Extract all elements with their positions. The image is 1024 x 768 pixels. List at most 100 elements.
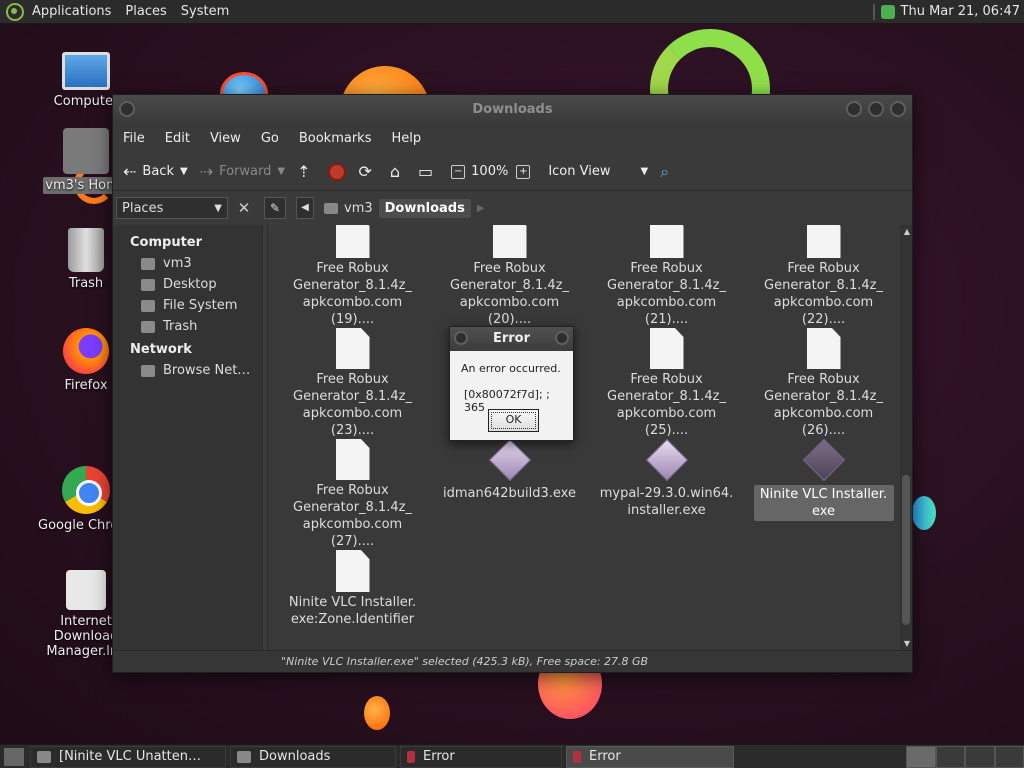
workspace-4[interactable] xyxy=(994,745,1024,768)
scroll-thumb[interactable] xyxy=(902,475,910,625)
menu-file[interactable]: File xyxy=(123,131,145,146)
file-name: Ninite VLC Installer. exe xyxy=(753,485,894,521)
forward-button[interactable]: ⇢ Forward ▼ xyxy=(200,162,285,181)
file-grid: Free Robux Generator_8.1.4z_ apkcombo.co… xyxy=(274,225,902,650)
menu-edit[interactable]: Edit xyxy=(165,131,190,146)
back-button[interactable]: ⇠ Back ▼ xyxy=(123,162,188,181)
file-item[interactable]: Free Robux Generator_8.1.4z_ apkcombo.co… xyxy=(745,328,902,439)
edit-location-icon[interactable]: ✎ xyxy=(264,197,286,219)
file-item[interactable]: Free Robux Generator_8.1.4z_ apkcombo.co… xyxy=(274,328,431,439)
taskbar-item-downloads[interactable]: Downloads xyxy=(230,745,396,768)
file-item[interactable]: idman642build3.exe xyxy=(431,439,588,550)
taskbar-item-error[interactable]: Error xyxy=(400,745,562,768)
wallpaper-blob xyxy=(364,696,390,730)
file-item[interactable]: Ninite VLC Installer. exe xyxy=(745,439,902,550)
scroll-down-icon[interactable]: ▼ xyxy=(904,639,910,648)
search-button[interactable]: ⌕ xyxy=(660,162,675,182)
sidebar-item-label: Trash xyxy=(163,319,198,334)
task-label: Error xyxy=(589,749,621,764)
sidebar-heading-computer: Computer xyxy=(130,235,203,250)
reload-button[interactable]: ⟳ xyxy=(358,162,377,181)
dialog-titlebar[interactable]: Error xyxy=(450,327,573,351)
menu-system[interactable]: System xyxy=(181,4,229,19)
document-icon xyxy=(335,328,370,369)
file-name: Free Robux Generator_8.1.4z_ apkcombo.co… xyxy=(293,483,412,549)
back-arrow-icon: ⇠ xyxy=(123,162,137,181)
file-item[interactable]: Ninite VLC Installer. exe:Zone.Identifie… xyxy=(274,550,431,650)
taskbar-item-ninite[interactable]: [Ninite VLC Unatten… xyxy=(30,745,226,768)
workspace-1[interactable] xyxy=(906,745,936,768)
document-icon xyxy=(806,225,841,258)
zoom-out-icon[interactable]: − xyxy=(451,164,466,179)
file-name: Ninite VLC Installer. exe:Zone.Identifie… xyxy=(288,595,417,627)
breadcrumb-label: vm3 xyxy=(344,200,373,216)
file-item[interactable]: Free Robux Generator_8.1.4z_ apkcombo.co… xyxy=(274,225,431,328)
chrome-icon xyxy=(62,466,110,514)
sidebar-item-label: Desktop xyxy=(163,277,217,292)
computer-icon: ▭ xyxy=(418,162,434,181)
document-icon xyxy=(335,225,370,258)
maximize-icon[interactable] xyxy=(868,101,884,117)
close-icon[interactable] xyxy=(890,101,906,117)
breadcrumb-left-icon[interactable]: ◀ xyxy=(296,197,314,219)
file-item[interactable]: Free Robux Generator_8.1.4z_ apkcombo.co… xyxy=(588,225,745,328)
file-item[interactable]: Free Robux Generator_8.1.4z_ apkcombo.co… xyxy=(431,225,588,328)
file-view[interactable]: Free Robux Generator_8.1.4z_ apkcombo.co… xyxy=(267,225,912,650)
dialog-message: An error occurred. xyxy=(461,362,561,375)
home-button[interactable]: ⌂ xyxy=(390,162,406,181)
places-select[interactable]: Places ▼ xyxy=(116,197,228,219)
up-button[interactable]: ⇡ xyxy=(297,162,316,181)
sidebar-item-label: File System xyxy=(163,298,238,313)
ok-button[interactable]: OK xyxy=(488,409,539,432)
network-status-icon[interactable] xyxy=(880,4,895,19)
dialog-menu-icon[interactable] xyxy=(454,331,468,345)
window-titlebar[interactable]: Downloads xyxy=(113,95,912,123)
places-label: Places xyxy=(122,200,164,216)
menu-applications[interactable]: Applications xyxy=(32,4,111,19)
bottom-panel: [Ninite VLC Unatten… Downloads Error Err… xyxy=(0,744,1024,768)
menu-go[interactable]: Go xyxy=(261,131,279,146)
scroll-up-icon[interactable]: ▲ xyxy=(904,227,910,236)
menu-bookmarks[interactable]: Bookmarks xyxy=(299,131,372,146)
computer-button[interactable]: ▭ xyxy=(418,162,439,181)
menu-view[interactable]: View xyxy=(210,131,241,146)
dialog-close-icon[interactable] xyxy=(555,331,569,345)
file-item[interactable]: Free Robux Generator_8.1.4z_ apkcombo.co… xyxy=(588,328,745,439)
error-dialog: Error An error occurred. [0x80072f7d]; ;… xyxy=(449,326,574,441)
sidebar: Computer vm3 Desktop File System Trash N… xyxy=(113,225,263,650)
menu-help[interactable]: Help xyxy=(391,131,421,146)
workspace-2[interactable] xyxy=(935,745,965,768)
view-mode-select[interactable]: Icon View ▼ xyxy=(548,164,648,179)
minimize-icon[interactable] xyxy=(846,101,862,117)
file-item[interactable]: Free Robux Generator_8.1.4z_ apkcombo.co… xyxy=(745,225,902,328)
mint-logo-icon[interactable] xyxy=(6,2,24,21)
close-sidebar-icon[interactable]: ✕ xyxy=(234,198,254,218)
chevron-down-icon[interactable]: ▼ xyxy=(180,166,188,177)
workspace-3[interactable] xyxy=(965,745,995,768)
sidebar-item-vm3[interactable]: vm3 xyxy=(113,253,262,274)
folder-icon xyxy=(237,750,251,763)
menu-places[interactable]: Places xyxy=(125,4,166,19)
file-item[interactable]: mypal-29.3.0.win64. installer.exe xyxy=(588,439,745,550)
forward-arrow-icon: ⇢ xyxy=(199,162,214,181)
stop-icon xyxy=(328,162,347,181)
breadcrumb-vm3[interactable]: vm3 xyxy=(318,199,379,218)
network-icon xyxy=(141,364,155,377)
taskbar-item-error-active[interactable]: Error xyxy=(566,745,734,768)
sidebar-item-browse-network[interactable]: Browse Net… xyxy=(113,360,262,381)
breadcrumb-downloads[interactable]: Downloads xyxy=(378,198,471,218)
wine-icon xyxy=(573,750,581,763)
sidebar-item-trash[interactable]: Trash xyxy=(113,316,262,337)
breadcrumb-right-icon[interactable]: ▶ xyxy=(477,203,485,214)
clock[interactable]: Thu Mar 21, 06:47 xyxy=(901,4,1020,19)
window-menu-icon[interactable] xyxy=(119,101,135,117)
sidebar-item-desktop[interactable]: Desktop xyxy=(113,274,262,295)
chevron-down-icon[interactable]: ▼ xyxy=(277,166,285,177)
scrollbar[interactable]: ▲ ▼ xyxy=(900,225,912,650)
show-desktop-icon[interactable] xyxy=(4,747,24,766)
stop-button[interactable] xyxy=(328,162,347,181)
zoom-in-icon[interactable]: + xyxy=(516,164,531,179)
file-item[interactable]: Free Robux Generator_8.1.4z_ apkcombo.co… xyxy=(274,439,431,550)
sidebar-item-file-system[interactable]: File System xyxy=(113,295,262,316)
window-title: Downloads xyxy=(472,101,553,117)
